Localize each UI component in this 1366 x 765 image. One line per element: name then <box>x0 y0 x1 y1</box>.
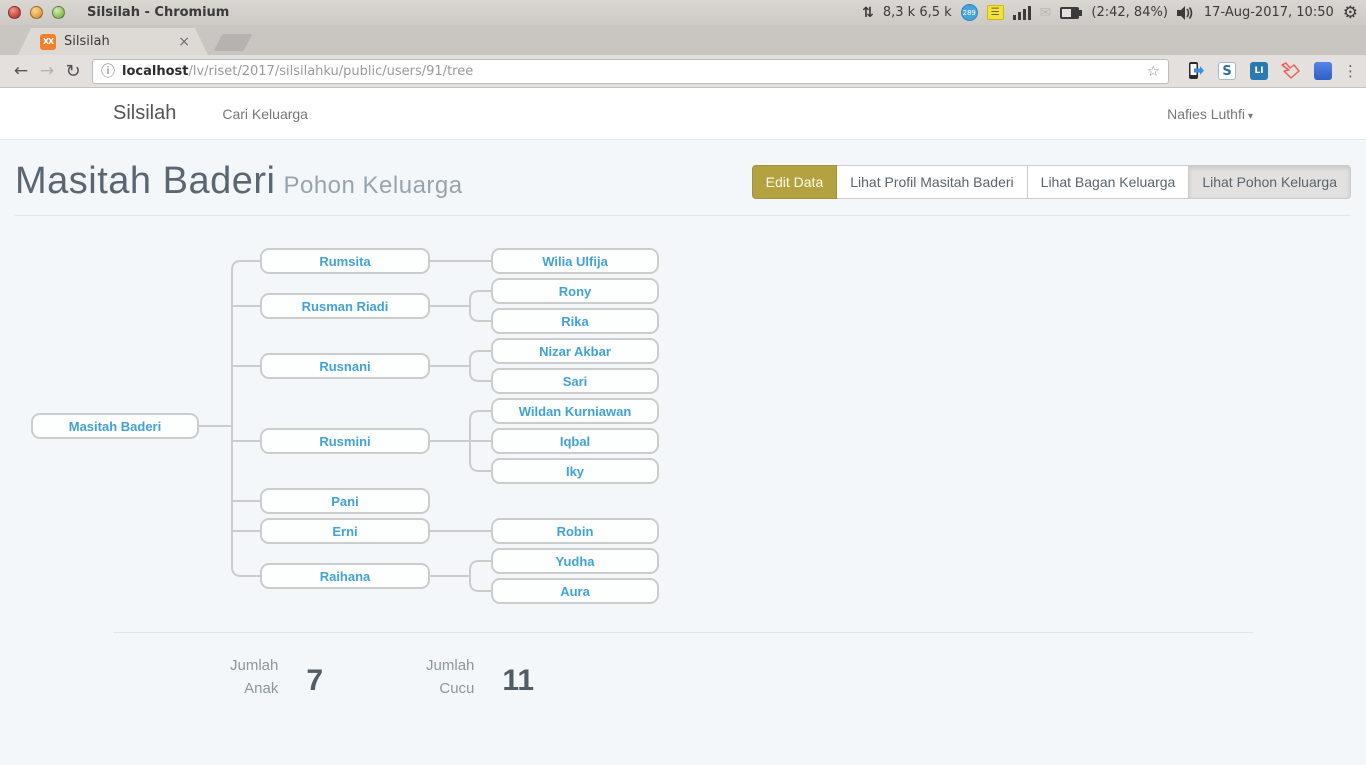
battery-label: (2:42, 84%) <box>1091 5 1168 20</box>
url-host: localhost <box>122 64 188 79</box>
window-title: Silsilah - Chromium <box>87 5 229 20</box>
view-button-group: Edit Data Lihat Profil Masitah Baderi Li… <box>752 165 1351 199</box>
browser-tab[interactable]: XX Silsilah × <box>18 28 208 55</box>
signal-strength-icon[interactable] <box>1013 6 1031 20</box>
tree-node[interactable]: Iky <box>491 458 659 484</box>
tree-node[interactable]: Wilia Ulfija <box>491 248 659 274</box>
new-tab-button[interactable] <box>213 34 252 51</box>
site-navbar: Silsilah Cari Keluarga Nafies Luthfi▾ <box>0 88 1366 140</box>
browser-toolbar: ← → ↻ ⓘ localhost/lv/riset/2017/silsilah… <box>0 55 1366 88</box>
tree-node[interactable]: Rusmini <box>260 428 430 454</box>
tree-node[interactable]: Rusnani <box>260 353 430 379</box>
stat-cucu-label-1: Jumlah <box>426 655 474 678</box>
window-close-button[interactable] <box>8 6 21 19</box>
forward-icon[interactable]: → <box>34 58 60 84</box>
back-icon[interactable]: ← <box>8 58 34 84</box>
li-extension-icon[interactable]: LI <box>1249 61 1269 81</box>
url-text[interactable]: localhost/lv/riset/2017/silsilahku/publi… <box>122 64 473 79</box>
tree-node[interactable]: Sari <box>491 368 659 394</box>
page-header: Masitah BaderiPohon Keluarga Edit Data L… <box>15 160 1351 216</box>
tree-node[interactable]: Pani <box>260 488 430 514</box>
page-content: Masitah BaderiPohon Keluarga Edit Data L… <box>0 160 1366 700</box>
gear-icon[interactable]: ⚙ <box>1343 3 1358 23</box>
page-title: Masitah BaderiPohon Keluarga <box>15 160 463 203</box>
lihat-profil-button[interactable]: Lihat Profil Masitah Baderi <box>837 165 1027 199</box>
battery-icon[interactable] <box>1060 7 1082 19</box>
window-maximize-button[interactable] <box>52 6 65 19</box>
network-traffic-icon[interactable]: ⇅ <box>862 5 874 21</box>
tree-node[interactable]: Yudha <box>491 548 659 574</box>
tree-node[interactable]: Raihana <box>260 563 430 589</box>
tab-title: Silsilah <box>64 34 178 49</box>
workbox-extension-icon[interactable] <box>1313 61 1333 81</box>
edit-data-button[interactable]: Edit Data <box>752 165 838 199</box>
chevron-down-icon: ▾ <box>1248 111 1253 122</box>
mail-icon[interactable]: ✉ <box>1040 5 1052 21</box>
tree-node[interactable]: Rika <box>491 308 659 334</box>
site-brand[interactable]: Silsilah <box>113 102 176 125</box>
stat-anak-label-1: Jumlah <box>230 655 278 678</box>
site-info-icon[interactable]: ⓘ <box>101 61 115 81</box>
stat-anak-label-2: Anak <box>230 678 278 701</box>
tree-node[interactable]: Nizar Akbar <box>491 338 659 364</box>
xampp-favicon-icon: XX <box>40 34 56 50</box>
url-path: /lv/riset/2017/silsilahku/public/users/9… <box>188 64 473 79</box>
tree-node[interactable]: Rumsita <box>260 248 430 274</box>
stat-cucu: Jumlah Cucu 11 <box>426 655 534 700</box>
address-bar[interactable]: ⓘ localhost/lv/riset/2017/silsilahku/pub… <box>92 59 1169 84</box>
summary-stats: Jumlah Anak 7 Jumlah Cucu 11 <box>15 655 1351 700</box>
s-extension-icon[interactable]: S <box>1217 61 1237 81</box>
window-titlebar: Silsilah - Chromium ⇅ 8,3 k 6,5 k 289 ☰ … <box>0 0 1366 25</box>
tree-node[interactable]: Rony <box>491 278 659 304</box>
divider <box>113 632 1253 633</box>
laravel-extension-icon[interactable] <box>1281 61 1301 81</box>
web-page: Silsilah Cari Keluarga Nafies Luthfi▾ Ma… <box>0 88 1366 765</box>
clock-label: 17-Aug-2017, 10:50 <box>1204 5 1334 20</box>
tree-node[interactable]: Wildan Kurniawan <box>491 398 659 424</box>
tab-close-icon[interactable]: × <box>178 34 190 50</box>
browser-tabstrip: XX Silsilah × <box>0 25 1366 55</box>
page-subtitle: Pohon Keluarga <box>283 172 462 199</box>
family-tree: Wilia Ulfija Rumsita Rony Rika Rusman Riadi N… <box>15 237 1351 622</box>
stat-cucu-label-2: Cucu <box>426 678 474 701</box>
system-tray: ⇅ 8,3 k 6,5 k 289 ☰ ✉ (2:42, 84%) <box>862 3 1366 23</box>
network-traffic-label: 8,3 k 6,5 k <box>883 5 952 20</box>
tree-node[interactable]: Aura <box>491 578 659 604</box>
indicator-badge-icon[interactable]: 289 <box>961 4 978 21</box>
stat-cucu-value: 11 <box>502 664 534 698</box>
user-menu[interactable]: Nafies Luthfi▾ <box>1167 106 1253 122</box>
stat-anak: Jumlah Anak 7 <box>230 655 323 700</box>
reload-icon[interactable]: ↻ <box>60 58 86 84</box>
window-minimize-button[interactable] <box>30 6 43 19</box>
tree-node[interactable]: Masitah Baderi <box>31 413 199 439</box>
browser-menu-icon[interactable]: ⋮ <box>1343 62 1358 80</box>
bookmark-star-icon[interactable]: ☆ <box>1147 62 1160 80</box>
user-name: Nafies Luthfi <box>1167 106 1245 122</box>
lihat-bagan-button[interactable]: Lihat Bagan Keluarga <box>1028 165 1190 199</box>
nav-item-cari-keluarga[interactable]: Cari Keluarga <box>222 106 308 122</box>
notes-indicator-icon[interactable]: ☰ <box>987 5 1004 20</box>
tree-node[interactable]: Rusman Riadi <box>260 293 430 319</box>
push-to-device-extension-icon[interactable] <box>1185 61 1205 81</box>
tree-node[interactable]: Robin <box>491 518 659 544</box>
lihat-pohon-button[interactable]: Lihat Pohon Keluarga <box>1189 165 1351 199</box>
stat-anak-value: 7 <box>306 664 323 698</box>
tree-node[interactable]: Erni <box>260 518 430 544</box>
tree-node[interactable]: Iqbal <box>491 428 659 454</box>
volume-icon[interactable] <box>1177 6 1195 20</box>
